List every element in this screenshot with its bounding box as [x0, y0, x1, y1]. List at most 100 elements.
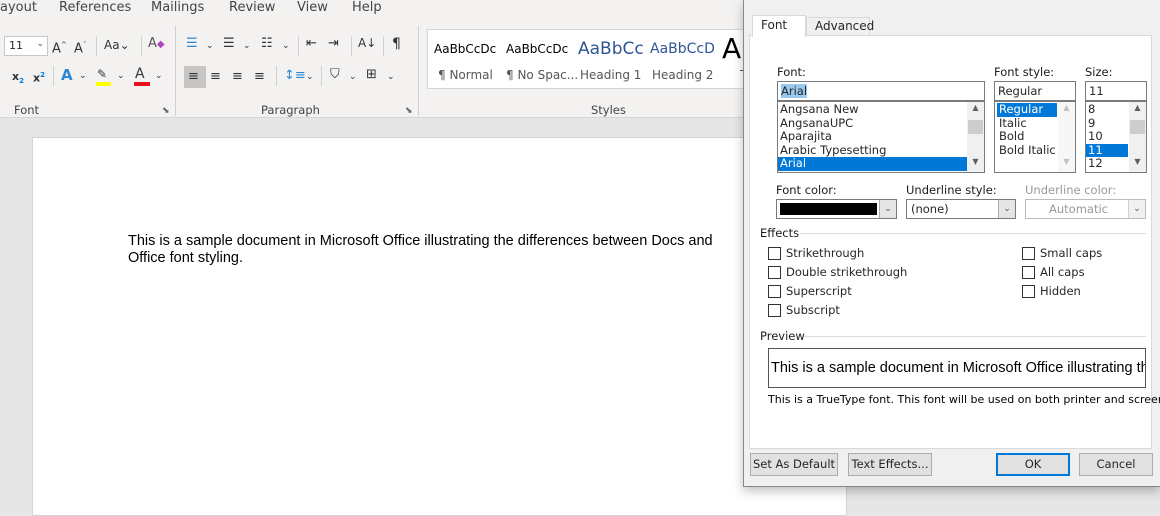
size-value: 11	[1089, 84, 1104, 98]
document-paragraph[interactable]: This is a sample document in Microsoft O…	[128, 233, 738, 267]
size-list[interactable]: 8 9 10 11 12 ▲ ▼	[1085, 101, 1147, 173]
chevron-down-icon[interactable]: ⌄	[349, 69, 357, 85]
font-color-select[interactable]: ⌄	[776, 199, 897, 219]
scroll-thumb[interactable]	[1130, 120, 1145, 134]
style-normal[interactable]: AaBbCcDc ¶ Normal	[428, 30, 502, 90]
font-style-input[interactable]: Regular	[994, 81, 1076, 101]
subscript-checkbox[interactable]: Subscript	[768, 303, 840, 317]
small-caps-checkbox[interactable]: Small caps	[1022, 246, 1102, 260]
hidden-checkbox[interactable]: Hidden	[1022, 284, 1081, 298]
cancel-button[interactable]: Cancel	[1079, 453, 1153, 476]
show-formatting-marks-icon[interactable]: ¶	[392, 36, 401, 52]
size-input[interactable]: 11	[1085, 81, 1147, 101]
bullets-icon[interactable]: ☰	[186, 36, 198, 52]
font-style-list[interactable]: Regular Italic Bold Bold Italic ▲ ▼	[994, 101, 1076, 173]
all-caps-checkbox[interactable]: All caps	[1022, 265, 1085, 279]
size-list-scrollbar[interactable]: ▲ ▼	[1129, 102, 1146, 172]
checkbox-box[interactable]	[1022, 265, 1035, 279]
superscript-icon[interactable]: x2	[33, 67, 45, 87]
strikethrough-checkbox[interactable]: Strikethrough	[768, 246, 864, 260]
align-left-icon[interactable]: ≡	[188, 69, 199, 85]
menu-mailings[interactable]: Mailings	[151, 0, 204, 15]
style-heading-2[interactable]: AaBbCcD Heading 2	[646, 30, 718, 90]
chevron-down-icon: ⌄	[1128, 200, 1145, 218]
double-strikethrough-checkbox[interactable]: Double strikethrough	[768, 265, 907, 279]
scroll-down-icon[interactable]: ▼	[1058, 157, 1075, 171]
change-case-icon[interactable]: Aa⌄	[104, 37, 130, 53]
set-as-default-button[interactable]: Set As Default	[750, 453, 838, 476]
scroll-down-icon[interactable]: ▼	[967, 157, 984, 171]
clear-formatting-icon[interactable]: A◆	[148, 36, 165, 53]
chevron-down-icon[interactable]: ⌄	[117, 68, 125, 84]
chevron-down-icon[interactable]: ⌄	[36, 39, 44, 49]
align-right-icon[interactable]: ≡	[232, 69, 243, 85]
chevron-down-icon[interactable]: ⌄	[879, 200, 896, 218]
highlight-icon[interactable]: ✎	[97, 66, 107, 82]
chevron-down-icon[interactable]: ⌄	[206, 38, 214, 54]
checkbox-box[interactable]	[768, 246, 781, 260]
underline-style-select[interactable]: (none) ⌄	[906, 199, 1016, 219]
divider	[321, 66, 322, 86]
font-style-scrollbar[interactable]: ▲ ▼	[1058, 102, 1075, 172]
font-list[interactable]: Angsana New AngsanaUPC Aparajita Arabic …	[777, 101, 985, 173]
scroll-down-icon[interactable]: ▼	[1129, 157, 1146, 171]
align-center-icon[interactable]: ≡	[210, 69, 221, 85]
tab-advanced[interactable]: Advanced	[806, 17, 874, 35]
chevron-down-icon[interactable]: ⌄	[998, 200, 1015, 218]
checkbox-box[interactable]	[768, 265, 781, 279]
document-page[interactable]: This is a sample document in Microsoft O…	[32, 137, 847, 516]
menu-references[interactable]: References	[59, 0, 131, 15]
numbering-icon[interactable]: ☰	[223, 36, 235, 52]
font-list-item[interactable]: Arabic Typesetting	[778, 143, 984, 158]
text-effects-icon[interactable]: A	[61, 67, 73, 83]
font-list-item[interactable]: Aparajita	[778, 129, 984, 144]
line-spacing-icon[interactable]: ↕≡	[284, 68, 306, 84]
checkbox-box[interactable]	[768, 284, 781, 298]
style-heading-1[interactable]: AaBbCc Heading 1	[574, 30, 646, 90]
scroll-up-icon[interactable]: ▲	[967, 103, 984, 117]
chevron-down-icon[interactable]: ⌄	[243, 38, 251, 54]
style-no-spacing[interactable]: AaBbCcDc ¶ No Spac...	[502, 30, 578, 90]
font-list-item[interactable]: AngsanaUPC	[778, 116, 984, 131]
checkbox-box[interactable]	[1022, 246, 1035, 260]
font-size-box[interactable]: 11 ⌄	[4, 36, 48, 56]
scroll-up-icon[interactable]: ▲	[1129, 103, 1146, 117]
font-list-item-selected[interactable]: Arial	[778, 156, 967, 171]
decrease-indent-icon[interactable]: ⇤	[306, 36, 317, 52]
menu-review[interactable]: Review	[229, 0, 275, 15]
font-dialog-launcher-icon[interactable]: ⬊	[162, 106, 170, 116]
menu-layout[interactable]: ayout	[0, 0, 37, 15]
size-item-selected[interactable]: 11	[1086, 143, 1128, 157]
checkbox-box[interactable]	[768, 303, 781, 317]
text-effects-button[interactable]: Text Effects...	[848, 453, 932, 476]
shrink-font-icon[interactable]: Aˇ	[74, 37, 86, 57]
borders-icon[interactable]: ⊞	[366, 67, 377, 83]
chevron-down-icon[interactable]: ⌄	[387, 69, 395, 85]
divider	[800, 233, 1146, 234]
chevron-down-icon[interactable]: ⌄	[306, 69, 314, 85]
font-color-icon[interactable]: A	[135, 66, 145, 82]
font-list-scrollbar[interactable]: ▲ ▼	[967, 102, 984, 172]
grow-font-icon[interactable]: A^	[52, 37, 67, 57]
checkbox-box[interactable]	[1022, 284, 1035, 298]
scroll-thumb[interactable]	[968, 120, 983, 134]
menu-help[interactable]: Help	[352, 0, 382, 15]
subscript-icon[interactable]: x2	[12, 69, 24, 89]
chevron-down-icon[interactable]: ⌄	[282, 38, 290, 54]
paragraph-dialog-launcher-icon[interactable]: ⬊	[405, 106, 413, 116]
sort-icon[interactable]: A↓	[358, 35, 376, 51]
scroll-up-icon[interactable]: ▲	[1058, 103, 1075, 117]
tab-font[interactable]: Font	[752, 15, 806, 37]
multilevel-list-icon[interactable]: ☷	[261, 36, 273, 52]
increase-indent-icon[interactable]: ⇥	[328, 36, 339, 52]
font-list-item[interactable]: Angsana New	[778, 102, 984, 117]
font-style-item-selected[interactable]: Regular	[997, 102, 1057, 117]
justify-icon[interactable]: ≡	[254, 69, 265, 85]
superscript-checkbox[interactable]: Superscript	[768, 284, 852, 298]
menu-view[interactable]: View	[297, 0, 328, 15]
ok-button[interactable]: OK	[996, 453, 1070, 476]
chevron-down-icon[interactable]: ⌄	[155, 68, 163, 84]
shading-icon[interactable]: ⛉	[330, 67, 340, 83]
font-name-input[interactable]: Arial	[777, 81, 985, 101]
chevron-down-icon[interactable]: ⌄	[79, 68, 87, 84]
